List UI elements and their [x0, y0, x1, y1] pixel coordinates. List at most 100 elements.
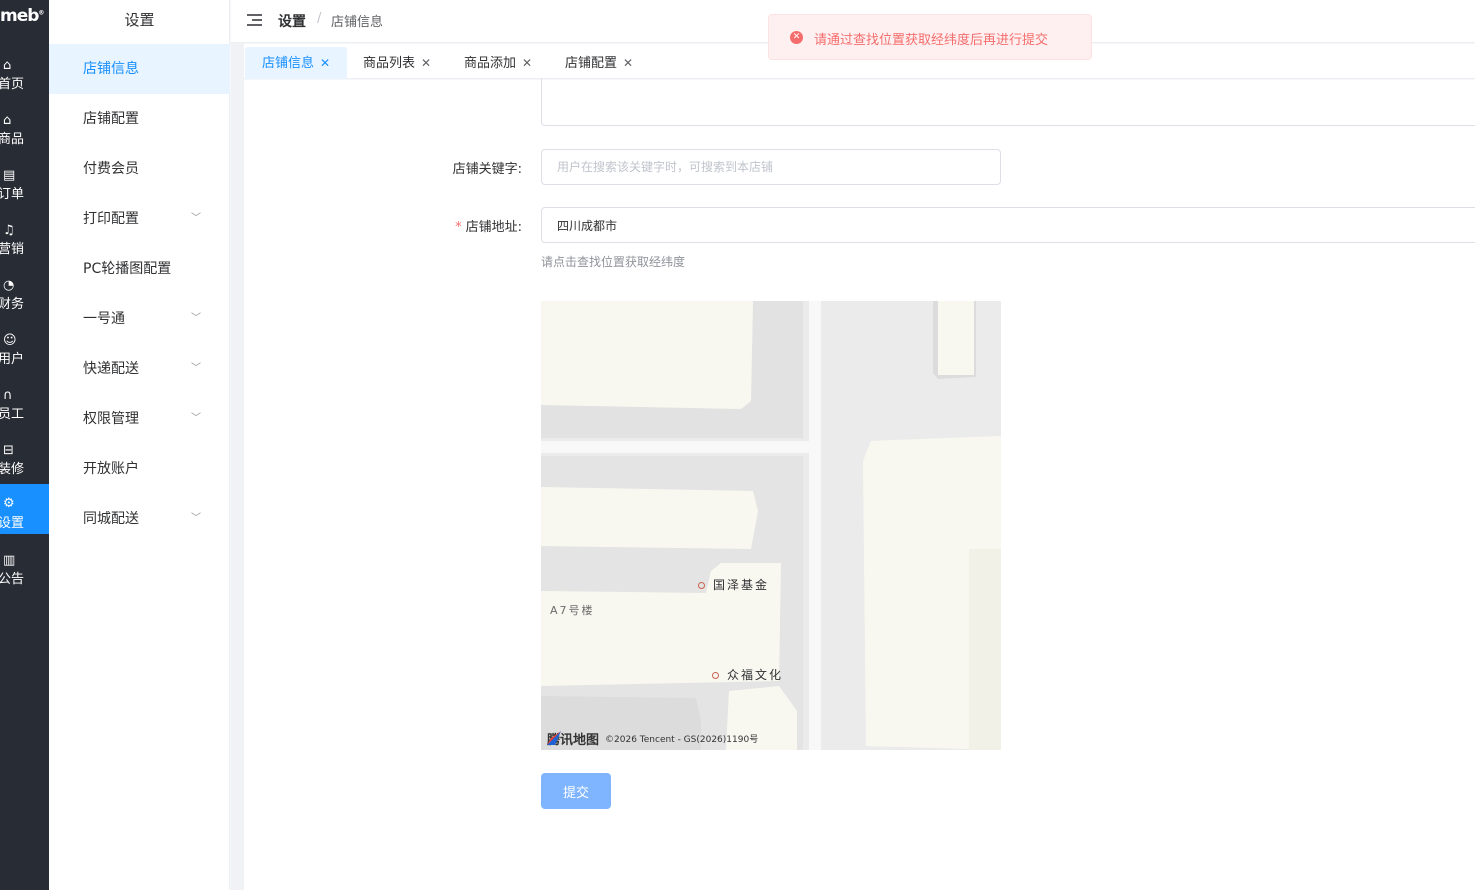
chevron-down-icon: ﹀: [191, 213, 201, 224]
sidebar-item-label: PC轮播图配置: [83, 261, 172, 277]
sidebar-item-pc-banner[interactable]: PC轮播图配置: [49, 244, 230, 294]
rail-item-decoration[interactable]: ⊟ 装修: [0, 439, 49, 489]
rail-item-orders[interactable]: ▤ 订单: [0, 164, 49, 214]
menu-toggle-icon[interactable]: [247, 13, 262, 27]
sidebar-item-print-config[interactable]: 打印配置 ﹀: [49, 194, 230, 244]
tab-label: 商品列表: [363, 56, 416, 71]
poi-label: 国泽基金: [713, 578, 770, 592]
close-icon[interactable]: ✕: [623, 56, 633, 70]
rail-item-settings[interactable]: ⚙ 设置: [0, 484, 49, 534]
close-icon[interactable]: ✕: [320, 56, 330, 70]
error-toast: ✕ 请通过查找位置获取经纬度后再进行提交: [768, 14, 1092, 60]
rail-item-staff[interactable]: ∩ 员工: [0, 384, 49, 434]
rail-item-finance[interactable]: ◔ 财务: [0, 274, 49, 324]
chevron-down-icon: ﹀: [191, 413, 201, 424]
home-icon: ⌂: [3, 58, 12, 73]
content-gutter: [231, 0, 244, 890]
chevron-down-icon: ﹀: [191, 313, 201, 324]
close-icon[interactable]: ✕: [421, 56, 431, 70]
required-mark: *: [455, 220, 462, 235]
order-icon: ▤: [3, 168, 16, 183]
sidebar-item-label: 开放账户: [83, 461, 139, 477]
rail-item-label: 首页: [0, 77, 25, 92]
logo-text: meb: [0, 6, 39, 26]
map-poi[interactable]: 众福文化: [712, 666, 783, 683]
poi-marker-icon: [698, 582, 705, 589]
sidebar-item-store-info[interactable]: 店铺信息: [49, 44, 230, 94]
rail-item-label: 订单: [0, 187, 25, 202]
keyword-label: 店铺关键字:: [452, 162, 522, 177]
sidebar-item-label: 快递配送: [83, 361, 139, 377]
address-label: 店铺地址:: [465, 220, 522, 235]
sidebar-item-store-config[interactable]: 店铺配置: [49, 94, 230, 144]
breadcrumb-current: 店铺信息: [331, 15, 384, 30]
rail-item-marketing[interactable]: ♫ 营销: [0, 219, 49, 269]
main-content: 店铺关键字: *店铺地址: 请点击查找位置获取经纬度 国泽基金 众福文化 A7号…: [244, 78, 1475, 890]
address-label-wrap: * 店铺地址:: [455, 216, 522, 235]
sidebar-item-label: 同城配送: [83, 511, 139, 527]
sidebar-title: 设置: [124, 11, 155, 29]
bag-icon: ⌂: [3, 113, 12, 128]
pie-icon: ◔: [3, 278, 15, 293]
sidebar-item-label: 店铺配置: [83, 111, 139, 127]
settings-sidebar: 设置 店铺信息 店铺配置 付费会员 打印配置 ﹀ PC轮播图配置 一号通 ﹀ 快递配…: [49, 0, 230, 890]
sidebar-item-express[interactable]: 快递配送 ﹀: [49, 344, 230, 394]
sidebar-item-label: 店铺信息: [83, 61, 139, 77]
tencent-map-logo-icon: [547, 731, 561, 745]
sidebar-item-label: 打印配置: [83, 211, 139, 227]
notice-icon: ▥: [3, 553, 16, 568]
rail-item-notice[interactable]: ▥ 公告: [0, 549, 49, 599]
main-nav-rail: meb® ⌂ 首页 ⌂ 商品 ▤ 订单 ♫ 营销 ◔ 财务 ☺ 用户 ∩ 员工 …: [0, 0, 49, 890]
sidebar-item-paid-member[interactable]: 付费会员: [49, 144, 230, 194]
keyword-input[interactable]: [541, 149, 1001, 185]
user-icon: ☺: [3, 333, 17, 348]
address-input[interactable]: [541, 207, 1475, 243]
tab-label: 商品添加: [464, 56, 517, 71]
submit-button[interactable]: 提交: [541, 773, 611, 809]
sidebar-item-permissions[interactable]: 权限管理 ﹀: [49, 394, 230, 444]
rail-item-label: 用户: [0, 352, 25, 367]
sidebar-item-label: 付费会员: [83, 161, 139, 177]
rail-item-label: 公告: [0, 572, 25, 587]
tab-label: 店铺配置: [565, 56, 618, 71]
close-icon[interactable]: ✕: [522, 56, 532, 70]
map-view[interactable]: 国泽基金 众福文化 A7号楼 腾讯地图 ©2026 Tencent - GS(20…: [541, 301, 1001, 750]
rail-item-label: 装修: [0, 462, 25, 477]
map-brand: 腾讯地图 ©2026 Tencent - GS(2026)1190号: [545, 729, 758, 749]
sidebar-item-label: 权限管理: [83, 411, 139, 427]
chevron-down-icon: ﹀: [191, 513, 201, 524]
rail-item-label: 员工: [0, 407, 25, 422]
tab-product-add[interactable]: 商品添加 ✕: [447, 47, 549, 79]
chevron-down-icon: ﹀: [191, 363, 201, 374]
rail-item-label: 财务: [0, 297, 25, 312]
tab-product-list[interactable]: 商品列表 ✕: [346, 47, 448, 79]
rail-item-label: 营销: [0, 242, 25, 257]
rail-item-home[interactable]: ⌂ 首页: [0, 54, 49, 104]
breadcrumb-root[interactable]: 设置: [278, 11, 306, 31]
sidebar-item-yihaotong[interactable]: 一号通 ﹀: [49, 294, 230, 344]
rail-item-label: 商品: [0, 132, 25, 147]
address-hint: 请点击查找位置获取经纬度: [541, 255, 686, 269]
map-copyright: ©2026 Tencent - GS(2026)1190号: [605, 735, 759, 745]
rail-item-users[interactable]: ☺ 用户: [0, 329, 49, 379]
gear-icon: ⚙: [3, 496, 15, 511]
headset-icon: ∩: [3, 388, 13, 403]
sidebar-item-local-delivery[interactable]: 同城配送 ﹀: [49, 494, 230, 544]
app-logo[interactable]: meb®: [0, 6, 49, 32]
tab-store-config[interactable]: 店铺配置 ✕: [548, 47, 650, 79]
poi-marker-icon: [712, 672, 719, 679]
building-label: A7号楼: [550, 604, 595, 617]
error-circle-icon: ✕: [790, 31, 803, 44]
breadcrumb-separator: /: [317, 11, 322, 26]
rail-item-products[interactable]: ⌂ 商品: [0, 109, 49, 159]
tab-label: 店铺信息: [262, 56, 315, 71]
tab-store-info[interactable]: 店铺信息 ✕: [245, 47, 348, 79]
decor-icon: ⊟: [3, 443, 14, 458]
poi-label: 众福文化: [727, 668, 784, 682]
map-poi[interactable]: 国泽基金: [698, 576, 769, 593]
sidebar-item-open-account[interactable]: 开放账户: [49, 444, 230, 494]
sidebar-item-label: 一号通: [83, 311, 125, 327]
toast-message: 请通过查找位置获取经纬度后再进行提交: [814, 33, 1049, 48]
bell-icon: ♫: [3, 223, 15, 238]
store-intro-textarea[interactable]: [541, 78, 1475, 126]
